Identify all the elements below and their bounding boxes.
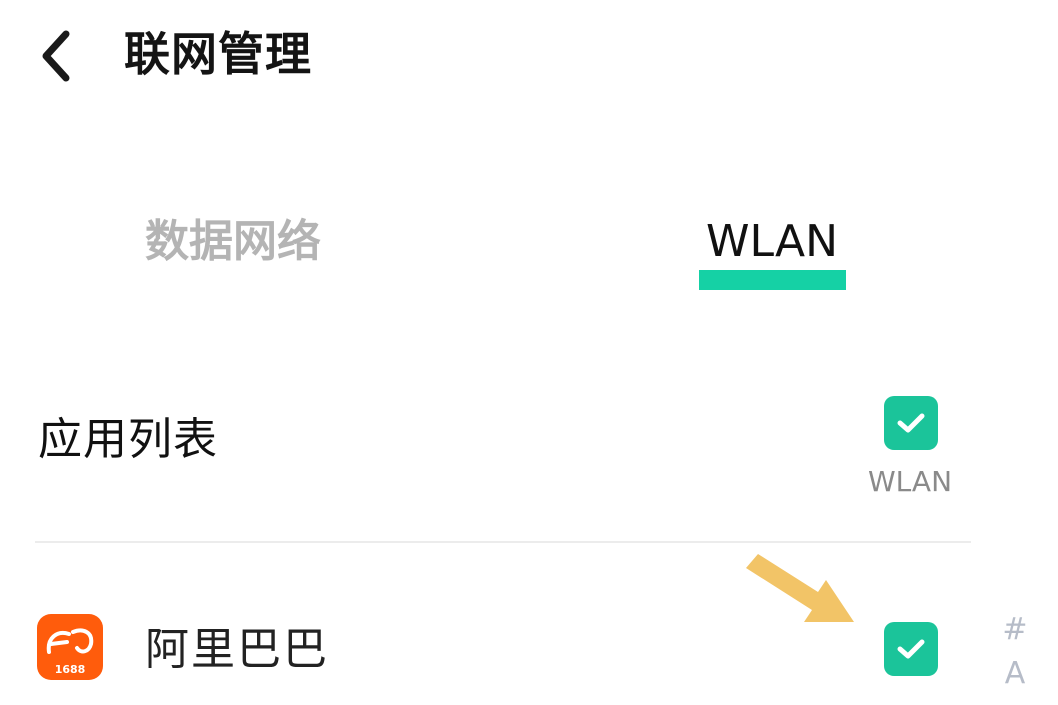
divider [35, 541, 971, 543]
alibaba-app-icon: 1688 [37, 614, 103, 680]
app-wlan-checkbox[interactable] [884, 622, 938, 676]
annotation-arrow-icon [746, 554, 854, 622]
back-button[interactable] [28, 28, 84, 84]
active-tab-indicator [699, 270, 846, 290]
checkmark-icon [897, 413, 925, 433]
index-letter-hash[interactable]: # [998, 612, 1032, 648]
network-management-screen: 联网管理 数据网络 WLAN 应用列表 WLAN 1688 阿里巴巴 # A [0, 0, 1058, 705]
chevron-left-icon [42, 30, 70, 82]
index-letter-a[interactable]: A [998, 656, 1032, 692]
page-title: 联网管理 [124, 27, 312, 81]
app-name: 阿里巴巴 [145, 624, 329, 675]
tab-wlan[interactable]: WLAN [696, 212, 848, 272]
checkmark-icon [897, 639, 925, 659]
wlan-column-label: WLAN [867, 465, 953, 498]
tab-mobile-data[interactable]: 数据网络 [140, 212, 326, 272]
select-all-wlan-checkbox[interactable] [884, 396, 938, 450]
app-list-heading: 应用列表 [38, 414, 218, 465]
app-icon-text: 1688 [54, 663, 86, 676]
